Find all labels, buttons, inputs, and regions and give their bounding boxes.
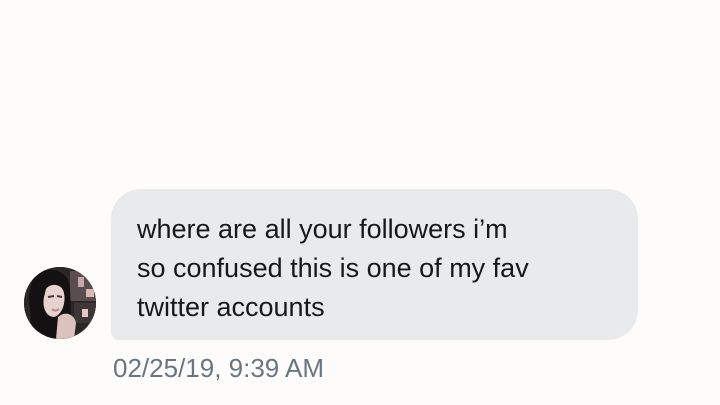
message-timestamp: 02/25/19, 9:39 AM [113, 353, 325, 383]
message-row: where are all your followers i’m so conf… [0, 0, 720, 405]
user-photo-avatar-icon [24, 267, 96, 339]
message-bubble[interactable]: where are all your followers i’m so conf… [111, 189, 638, 340]
avatar[interactable] [24, 267, 96, 339]
message-text: where are all your followers i’m so conf… [137, 214, 529, 322]
